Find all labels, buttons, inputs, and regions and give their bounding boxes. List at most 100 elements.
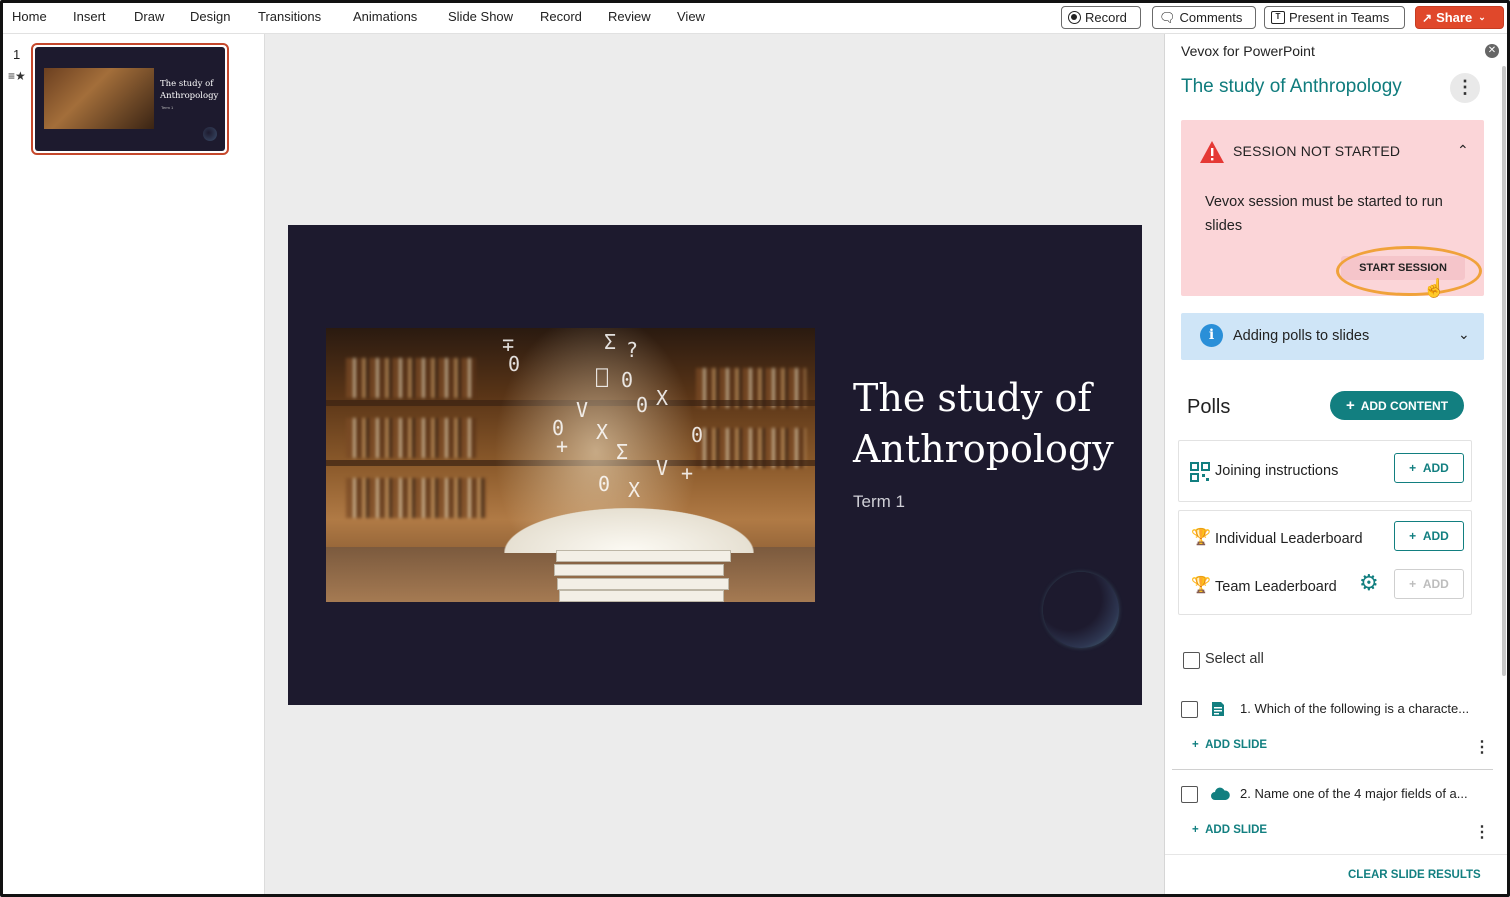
teams-icon: T bbox=[1271, 11, 1285, 24]
slide-title-line1: The study of bbox=[853, 376, 1092, 420]
individual-leaderboard-label: Individual Leaderboard bbox=[1215, 531, 1363, 547]
add-individual-button[interactable]: + ADD bbox=[1394, 521, 1464, 551]
close-icon[interactable]: ✕ bbox=[1485, 44, 1499, 58]
floating-letters: ∓ 0 Σ ? ⎕ 0 V 0 X 0 X 0 + Σ V + 0 X bbox=[502, 330, 704, 502]
team-leaderboard-label: Team Leaderboard bbox=[1215, 579, 1337, 595]
question-menu-icon[interactable]: ⋮ bbox=[1474, 737, 1490, 757]
record-button[interactable]: Record bbox=[1061, 6, 1141, 29]
present-teams-label: Present in Teams bbox=[1289, 10, 1390, 25]
slide-subtitle[interactable]: Term 1 bbox=[853, 492, 905, 512]
thumbnail-title-line1: The study of bbox=[160, 79, 214, 89]
add-slide-label: ADD SLIDE bbox=[1205, 824, 1268, 836]
thumbnail-title-line2: Anthropology bbox=[160, 90, 219, 101]
chevron-down-icon[interactable]: ⌄ bbox=[1458, 326, 1470, 343]
comments-label: Comments bbox=[1179, 10, 1243, 25]
book-stack bbox=[556, 550, 731, 562]
menu-home[interactable]: Home bbox=[12, 9, 47, 24]
alert-heading: SESSION NOT STARTED bbox=[1233, 143, 1401, 159]
share-label: Share bbox=[1436, 10, 1473, 25]
highlight-ring bbox=[1336, 246, 1482, 296]
trophy-icon: 🏆 bbox=[1191, 529, 1211, 546]
qr-code-icon bbox=[1190, 462, 1210, 482]
menu-record[interactable]: Record bbox=[540, 9, 582, 24]
thumbnail-subtitle: Term 1 bbox=[161, 105, 174, 110]
thumbnail-title: The study of Anthropology bbox=[160, 79, 218, 103]
leaderboard-card: 🏆 Individual Leaderboard + ADD 🏆 Team Le… bbox=[1178, 510, 1472, 615]
question-1-text[interactable]: 1. Which of the following is a characte.… bbox=[1240, 701, 1490, 716]
question-2-text[interactable]: 2. Name one of the 4 major fields of a..… bbox=[1240, 786, 1490, 801]
menu-review[interactable]: Review bbox=[608, 9, 651, 24]
slide-title-line2: Anthropology bbox=[853, 427, 1114, 471]
plus-icon: + bbox=[1345, 397, 1355, 414]
question-2-checkbox[interactable] bbox=[1181, 786, 1198, 803]
more-options-icon[interactable]: ⋮ bbox=[1450, 73, 1480, 103]
menu-slide-show[interactable]: Slide Show bbox=[448, 9, 513, 24]
pane-scrollbar[interactable] bbox=[1502, 66, 1506, 676]
add-content-button[interactable]: + ADD CONTENT bbox=[1330, 391, 1464, 420]
question-1-checkbox[interactable] bbox=[1181, 701, 1198, 718]
select-all-checkbox[interactable] bbox=[1183, 652, 1200, 669]
trophy-icon: 🏆 bbox=[1191, 577, 1211, 594]
chevron-up-icon[interactable]: ⌃ bbox=[1457, 142, 1469, 159]
presentation-title: The study of Anthropology bbox=[1181, 76, 1402, 97]
share-button[interactable]: ↗ Share ⌄ bbox=[1415, 6, 1504, 29]
ribbon: Home Insert Draw Design Transitions Anim… bbox=[3, 3, 1507, 34]
app-window: Home Insert Draw Design Transitions Anim… bbox=[0, 0, 1510, 897]
comments-button[interactable]: 🗨 Comments bbox=[1152, 6, 1256, 29]
select-all-label: Select all bbox=[1205, 651, 1264, 667]
add-slide-button[interactable]: + ADD SLIDE bbox=[1192, 739, 1267, 751]
decorative-orb bbox=[1043, 572, 1119, 648]
menu-animations[interactable]: Animations bbox=[353, 9, 417, 24]
chevron-down-icon[interactable]: ⌄ bbox=[1478, 12, 1486, 23]
bookshelf-row bbox=[346, 358, 476, 398]
word-cloud-icon bbox=[1211, 787, 1230, 800]
record-icon bbox=[1068, 11, 1081, 24]
footer-divider bbox=[1165, 854, 1507, 855]
menu-view[interactable]: View bbox=[677, 9, 705, 24]
comment-icon: 🗨 bbox=[1159, 9, 1176, 25]
clear-slide-results-button[interactable]: CLEAR SLIDE RESULTS bbox=[1348, 869, 1481, 881]
alert-message: Vevox session must be started to run sli… bbox=[1205, 194, 1443, 234]
add-label: ADD bbox=[1422, 529, 1449, 543]
info-accordion[interactable]: i Adding polls to slides ⌄ bbox=[1181, 313, 1484, 360]
library-books-image[interactable]: ∓ 0 Σ ? ⎕ 0 V 0 X 0 X 0 + Σ V + 0 X bbox=[326, 328, 815, 602]
warning-icon bbox=[1200, 141, 1224, 163]
menu-insert[interactable]: Insert bbox=[73, 9, 106, 24]
add-team-button[interactable]: + ADD bbox=[1394, 569, 1464, 599]
hand-cursor-icon: ☝ bbox=[1423, 278, 1446, 298]
joining-card: Joining instructions + ADD bbox=[1178, 440, 1472, 502]
thumbnail-orb bbox=[203, 127, 217, 141]
record-label: Record bbox=[1085, 10, 1127, 25]
thumbnail-preview: The study of Anthropology Term 1 bbox=[35, 47, 225, 151]
thumbnail-image bbox=[44, 68, 154, 129]
joining-instructions-label: Joining instructions bbox=[1215, 463, 1339, 479]
info-label: Adding polls to slides bbox=[1233, 328, 1370, 344]
book-stack bbox=[554, 564, 724, 576]
pane-title: Vevox for PowerPoint bbox=[1181, 43, 1315, 59]
book-stack bbox=[559, 590, 724, 602]
add-label: ADD bbox=[1422, 577, 1449, 591]
slide-thumbnail-1[interactable]: The study of Anthropology Term 1 bbox=[31, 43, 229, 155]
slide-title[interactable]: The study of Anthropology bbox=[853, 373, 1114, 475]
gear-icon[interactable]: ⚙ bbox=[1359, 570, 1379, 596]
slide-canvas: ∓ 0 Σ ? ⎕ 0 V 0 X 0 X 0 + Σ V + 0 X The … bbox=[265, 34, 1164, 894]
present-in-teams-button[interactable]: T Present in Teams bbox=[1264, 6, 1405, 29]
polls-heading: Polls bbox=[1187, 396, 1231, 418]
add-content-label: ADD CONTENT bbox=[1360, 398, 1449, 413]
divider bbox=[1172, 769, 1493, 770]
slide-number: 1 bbox=[13, 47, 21, 62]
menu-transitions[interactable]: Transitions bbox=[258, 9, 321, 24]
add-joining-button[interactable]: + ADD bbox=[1394, 453, 1464, 483]
add-slide-button[interactable]: + ADD SLIDE bbox=[1192, 824, 1267, 836]
slide[interactable]: ∓ 0 Σ ? ⎕ 0 V 0 X 0 X 0 + Σ V + 0 X The … bbox=[288, 225, 1142, 705]
slide-thumbnail-pane: 1 ≡★ The study of Anthropology Term 1 bbox=[3, 34, 265, 894]
session-alert: SESSION NOT STARTED ⌃ Vevox session must… bbox=[1181, 120, 1484, 298]
share-icon: ↗ bbox=[1422, 10, 1433, 25]
bookshelf-row bbox=[346, 478, 486, 518]
open-book bbox=[504, 508, 754, 553]
question-menu-icon[interactable]: ⋮ bbox=[1474, 822, 1490, 842]
menu-draw[interactable]: Draw bbox=[134, 9, 164, 24]
animation-star-icon: ≡★ bbox=[8, 69, 26, 83]
bookshelf-row bbox=[346, 418, 476, 458]
menu-design[interactable]: Design bbox=[190, 9, 230, 24]
